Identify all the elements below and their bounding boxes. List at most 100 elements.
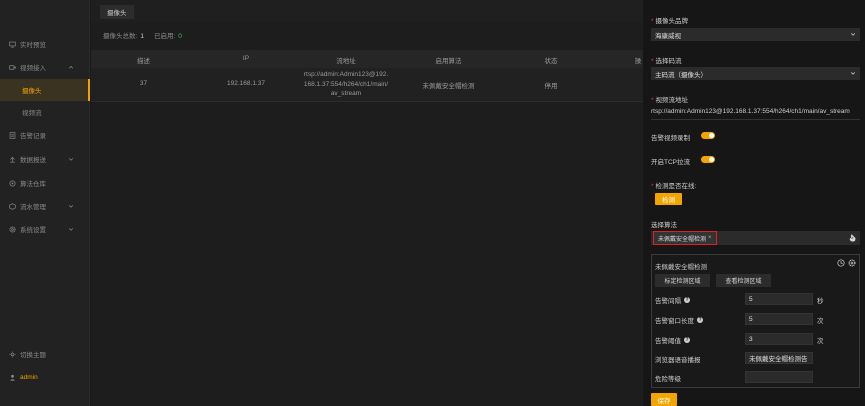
- table-row[interactable]: 37 192.168.1.37 rtsp://admin:Admin123@19…: [91, 68, 643, 102]
- stream-select[interactable]: 主码流（摄像头）: [651, 67, 860, 80]
- algorithm-label: 选择算法: [651, 222, 677, 229]
- threshold-unit: 次: [817, 338, 824, 345]
- main-content: 摄像头 摄像头总数: 1 已启用: 0 描述 IP 流地址 启用算法 状态 操 37 …: [91, 0, 643, 406]
- column-header: 流地址: [336, 58, 356, 65]
- sidebar-item-flow-management[interactable]: 流水管理: [0, 195, 90, 217]
- sidebar-item-label: 流水管理: [20, 204, 46, 211]
- record-icon: [9, 131, 16, 139]
- flow-icon: [9, 202, 16, 210]
- sidebar-item-video-access[interactable]: 视频接入: [0, 56, 90, 78]
- sidebar-item-label: 系统设置: [20, 227, 46, 234]
- theme-switch[interactable]: 切换主题: [0, 343, 90, 365]
- gear-icon[interactable]: [848, 259, 856, 267]
- clock-icon[interactable]: [837, 259, 845, 267]
- help-icon[interactable]: ?: [684, 297, 690, 303]
- help-icon[interactable]: ?: [684, 337, 690, 343]
- tcp-label: 开启TCP拉流: [651, 159, 690, 166]
- online-check-label: * 检测是否在线:: [651, 180, 696, 190]
- sidebar-item-label: 数据报送: [20, 157, 46, 164]
- stream-url-input[interactable]: rtsp://admin:Admin123@192.168.1.37:554/h…: [651, 108, 860, 120]
- interval-label: 告警间隔?: [655, 295, 690, 305]
- interval-label-text: 告警间隔: [655, 298, 681, 305]
- window-input[interactable]: 5: [745, 313, 813, 325]
- tab-bar: 摄像头: [91, 0, 643, 22]
- url-line: 168.1.37:554/h264/ch1/main/: [303, 80, 389, 88]
- total-label: 摄像头总数:: [103, 33, 138, 40]
- chevron-up-icon: [68, 65, 74, 69]
- required-mark: *: [651, 18, 654, 25]
- required-mark: *: [651, 183, 654, 190]
- stream-select-label: * 选择码流: [651, 55, 682, 65]
- user-icon: [9, 374, 16, 381]
- window-label-text: 告警窗口长度: [655, 318, 694, 325]
- stream-select-label-text: 选择码流: [655, 58, 682, 65]
- required-mark: *: [651, 97, 654, 104]
- danger-level-input[interactable]: [745, 371, 813, 383]
- tab-camera[interactable]: 摄像头: [100, 5, 134, 19]
- cell-desc: 37: [139, 80, 148, 87]
- brand-select[interactable]: 海康威视: [651, 28, 860, 41]
- sidebar-item-video-stream[interactable]: 视频流: [0, 101, 90, 123]
- threshold-label: 告警阈值?: [655, 335, 690, 345]
- column-header: IP: [242, 55, 250, 62]
- online-check-label-text: 检测是否在线:: [655, 183, 697, 190]
- alarm-record-toggle[interactable]: [701, 132, 715, 139]
- hand-cursor-icon: [849, 234, 856, 242]
- algorithm-config-card: 未佩戴安全帽检测 标定检测区域 查看检测区域 告警间隔? 5 秒 告警窗口长度?…: [651, 254, 860, 388]
- window-unit: 次: [817, 318, 824, 325]
- monitor-icon: [9, 41, 16, 48]
- brand-label-text: 摄像头品牌: [655, 18, 689, 25]
- sidebar-item-label: 摄像头: [22, 88, 42, 95]
- url-line: av_stream: [330, 90, 362, 97]
- sidebar-item-data-report[interactable]: 数据报送: [0, 148, 90, 170]
- sidebar-item-alarm-records[interactable]: 告警记录: [0, 124, 90, 146]
- stream-url-label: * 视频流地址: [651, 94, 688, 104]
- chevron-down-icon: [68, 228, 74, 231]
- detect-button[interactable]: 检测: [655, 193, 682, 205]
- user-menu[interactable]: admin: [0, 366, 90, 388]
- username: admin: [20, 373, 38, 381]
- sidebar-item-system-settings[interactable]: 系统设置: [0, 218, 90, 240]
- video-icon: [9, 64, 16, 71]
- total-value: 1: [140, 33, 144, 40]
- help-icon[interactable]: ?: [697, 317, 703, 323]
- sidebar-item-label: 告警记录: [20, 133, 46, 140]
- url-line: rtsp://admin:Admin123@192.: [303, 71, 389, 78]
- algorithm-chip[interactable]: 未佩戴安全帽检测 ×: [653, 231, 717, 245]
- enabled-value: 0: [178, 33, 182, 40]
- mark-region-button[interactable]: 标定检测区域: [655, 274, 710, 287]
- cell-stream-url: rtsp://admin:Admin123@192. 168.1.37:554/…: [296, 70, 396, 99]
- save-button[interactable]: 保存: [651, 393, 677, 406]
- gear-icon: [9, 225, 16, 233]
- alarm-record-label: 告警视频录制: [651, 135, 690, 142]
- sidebar-item-camera[interactable]: 摄像头: [0, 79, 90, 101]
- cell-ip: 192.168.1.37: [227, 80, 265, 87]
- algorithm-select[interactable]: 未佩戴安全帽检测 ×: [651, 231, 860, 245]
- interval-input[interactable]: 5: [745, 293, 813, 305]
- warehouse-icon: [9, 179, 16, 187]
- upload-icon: [9, 156, 16, 163]
- column-header: 启用算法: [435, 58, 462, 65]
- camera-edit-panel: * 摄像头品牌 海康威视 * 选择码流 主码流（摄像头） * 视频流地址 rtsp:/…: [643, 0, 865, 406]
- view-region-button[interactable]: 查看检测区域: [716, 274, 771, 287]
- chevron-down-icon: [68, 205, 74, 208]
- brand-select-value: 海康威视: [655, 32, 681, 40]
- sidebar: 实时预览 视频接入 摄像头 视频流 告警记录 数据报送 算法仓库 流水管理 系统…: [0, 0, 90, 406]
- sidebar-item-label: 算法仓库: [20, 181, 46, 188]
- interval-unit: 秒: [817, 298, 824, 305]
- voice-input[interactable]: 未佩戴安全帽检测告: [745, 352, 813, 364]
- sidebar-item-live-preview[interactable]: 实时预览: [0, 33, 90, 55]
- card-title: 未佩戴安全帽检测: [655, 264, 707, 271]
- column-header: 操: [634, 58, 642, 65]
- sidebar-item-algorithm-warehouse[interactable]: 算法仓库: [0, 172, 90, 194]
- chevron-down-icon: [850, 33, 856, 36]
- sidebar-item-label: 实时预览: [20, 42, 46, 49]
- danger-level-label: 危险等级: [655, 376, 681, 383]
- tcp-toggle[interactable]: [701, 156, 715, 163]
- enabled-label: 已启用:: [153, 33, 176, 40]
- threshold-input[interactable]: 3: [745, 333, 813, 345]
- sun-icon: [9, 350, 16, 358]
- column-header: 描述: [137, 58, 150, 65]
- chip-close-icon[interactable]: ×: [708, 235, 712, 241]
- sidebar-item-label: 视频流: [22, 110, 42, 117]
